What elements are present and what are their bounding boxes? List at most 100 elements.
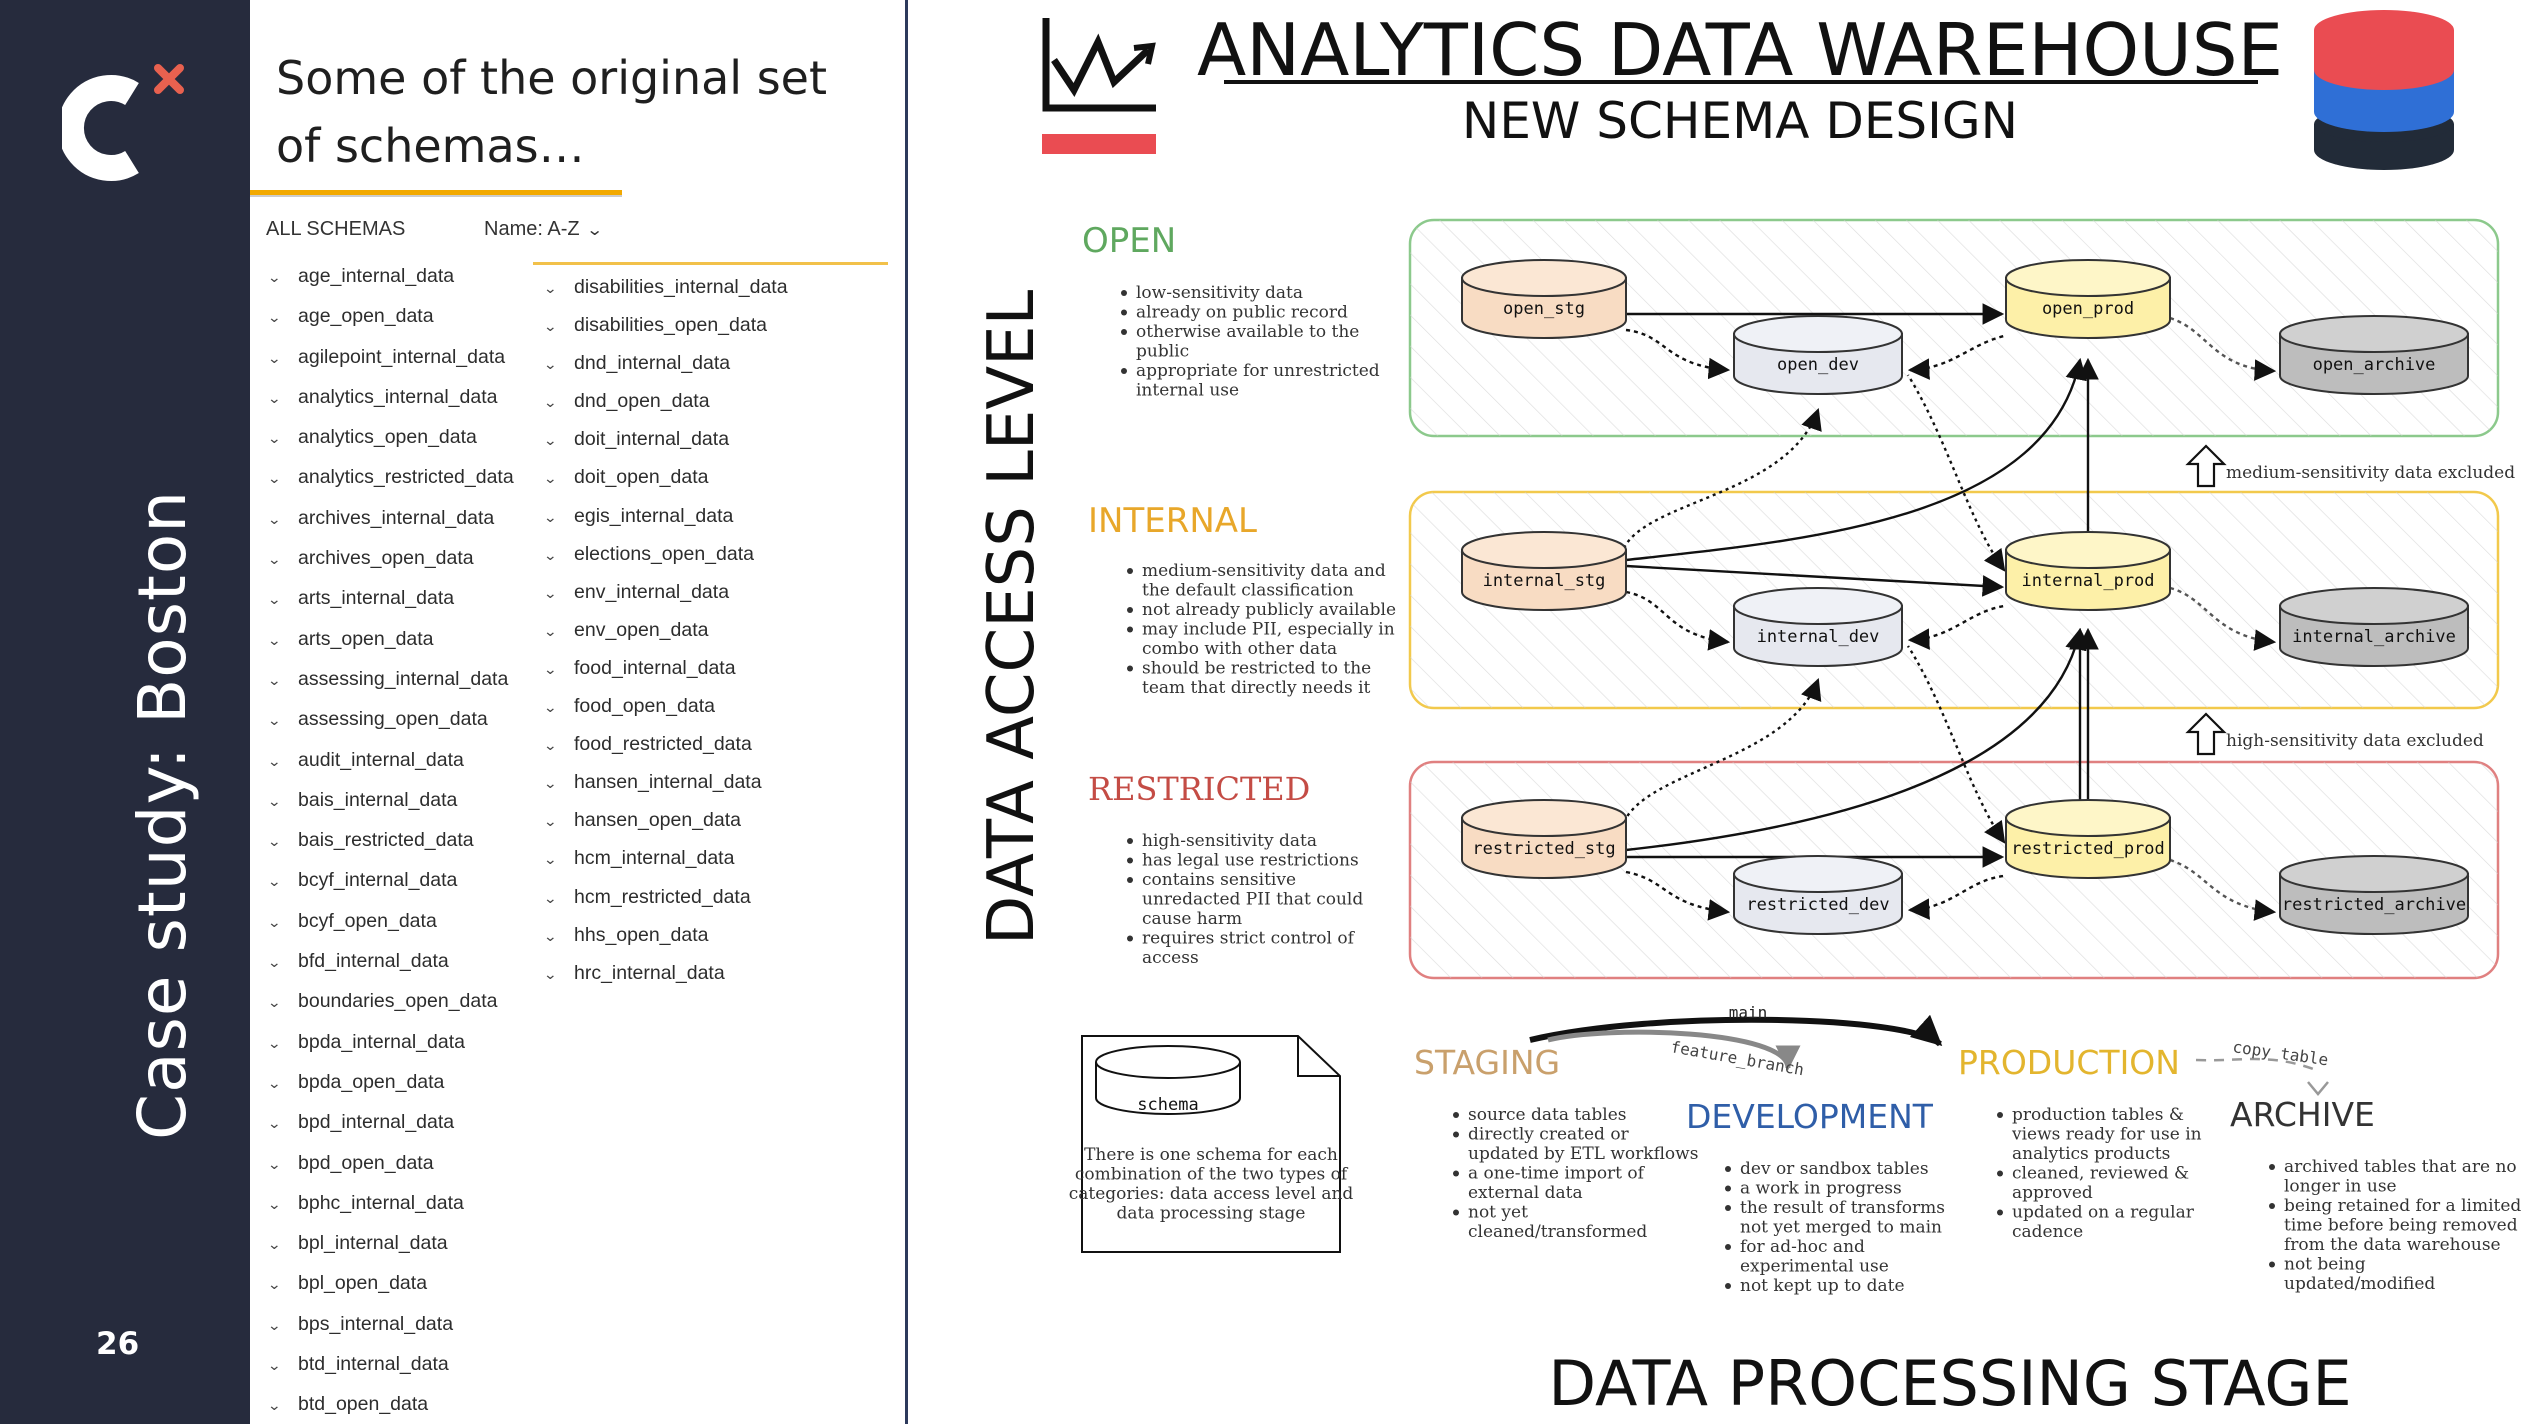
schema-list-item[interactable]: ⌄ hrc_internal_data xyxy=(543,954,788,992)
schema-list-item[interactable]: ⌄ doit_open_data xyxy=(543,458,788,496)
chevron-down-icon: ⌄ xyxy=(543,737,558,754)
schema-name: hcm_restricted_data xyxy=(574,885,751,908)
schema-list-item[interactable]: ⌄ bpda_internal_data xyxy=(267,1022,514,1062)
schema-list-item[interactable]: ⌄ bais_restricted_data xyxy=(267,820,514,860)
all-schemas-header: ALL SCHEMAS xyxy=(266,218,406,240)
schema-node-label: open_stg xyxy=(1503,299,1585,319)
slide-rail: Case study: Boston 26 xyxy=(0,0,250,1424)
schema-list-item[interactable]: ⌄ btd_internal_data xyxy=(267,1344,514,1384)
schema-list-item[interactable]: ⌄ arts_internal_data xyxy=(267,578,514,618)
schema-list-item[interactable]: ⌄ archives_open_data xyxy=(267,538,514,578)
schema-list-item[interactable]: ⌄ disabilities_internal_data xyxy=(543,268,787,306)
schema-list-item[interactable]: ⌄ food_restricted_data xyxy=(543,725,788,763)
schema-list-item[interactable]: ⌄ bpd_open_data xyxy=(267,1143,514,1183)
chevron-down-icon: ⌄ xyxy=(543,622,558,639)
schema-list-item[interactable]: ⌄ hansen_open_data xyxy=(543,801,788,839)
chevron-down-icon: ⌄ xyxy=(543,699,558,716)
schema-list-item[interactable]: ⌄ analytics_open_data xyxy=(267,417,514,457)
flow-label-main: main xyxy=(1729,1003,1768,1022)
schema-list-item[interactable]: ⌄ bpl_open_data xyxy=(267,1263,514,1303)
schema-list-item[interactable]: ⌄ bfd_internal_data xyxy=(267,941,514,981)
schema-list-item[interactable]: ⌄ doit_internal_data xyxy=(543,420,788,458)
x-axis-label: DATA PROCESSING STAGE xyxy=(1548,1347,2351,1420)
schema-list-item[interactable]: ⌄ bphc_internal_data xyxy=(267,1183,514,1223)
schema-list-item[interactable]: ⌄ food_internal_data xyxy=(543,649,788,687)
schema-name: agilepoint_internal_data xyxy=(298,345,506,368)
bullet-text: low-sensitivity data xyxy=(1136,283,1303,303)
schema-list-item[interactable]: ⌄ hansen_internal_data xyxy=(543,763,788,801)
schema-list-item[interactable]: ⌄ elections_open_data xyxy=(543,535,788,573)
chevron-down-icon: ⌄ xyxy=(267,913,282,930)
schema-list-item[interactable]: ⌄ assessing_open_data xyxy=(267,699,514,739)
bullet-text: source data tables xyxy=(1468,1105,1626,1125)
schema-list-item[interactable]: ⌄ bais_internal_data xyxy=(267,780,514,820)
schema-list-item[interactable]: ⌄ hcm_internal_data xyxy=(543,839,788,877)
schema-node-label: restricted_archive xyxy=(2282,895,2466,915)
chevron-down-icon: ⌄ xyxy=(267,430,282,447)
bullet-text: not kept up to date xyxy=(1740,1276,1905,1296)
schema-node-open-prod: open_prod xyxy=(2005,259,2171,339)
schema-list-item[interactable]: ⌄ assessing_internal_data xyxy=(267,659,514,699)
schema-list-item[interactable]: ⌄ agilepoint_internal_data xyxy=(267,337,514,377)
schema-list-item[interactable]: ⌄ env_open_data xyxy=(543,611,788,649)
schema-list-item[interactable]: ⌄ disabilities_open_data xyxy=(543,306,788,344)
bullet-text: updated by ETL workflows xyxy=(1468,1144,1698,1164)
schema-name: hcm_internal_data xyxy=(574,847,735,870)
bullet-text: not already publicly available xyxy=(1142,600,1396,620)
schema-name: bpda_open_data xyxy=(298,1070,445,1093)
schema-list-item[interactable]: ⌄ food_open_data xyxy=(543,687,788,725)
bullet-dot xyxy=(1997,1170,2003,1177)
schema-list-item[interactable]: ⌄ archives_internal_data xyxy=(267,498,514,538)
schema-name: age_open_data xyxy=(298,305,434,328)
chevron-down-icon: ⌄ xyxy=(267,1195,282,1212)
bullet-text: appropriate for unrestricted xyxy=(1136,361,1380,381)
exclusion-up-arrow-icon xyxy=(2185,444,2227,488)
bullet-text: directly created or xyxy=(1468,1125,1630,1145)
schema-list-item[interactable]: ⌄ hcm_restricted_data xyxy=(543,878,788,916)
schema-name: dnd_open_data xyxy=(574,390,710,413)
schema-list-item[interactable]: ⌄ dnd_open_data xyxy=(543,382,788,420)
title-underline-shadow xyxy=(250,195,622,197)
schema-list-item[interactable]: ⌄ audit_internal_data xyxy=(267,740,514,780)
schema-list-item[interactable]: ⌄ age_open_data xyxy=(267,296,514,336)
schema-list-item[interactable]: ⌄ bcyf_internal_data xyxy=(267,860,514,900)
level-bullets-restricted: high-sensitivity datahas legal use restr… xyxy=(1127,831,1363,968)
schema-list-item[interactable]: ⌄ hhs_open_data xyxy=(543,916,788,954)
schema-list-item[interactable]: ⌄ btd_open_data xyxy=(267,1384,514,1424)
schema-list-item[interactable]: ⌄ env_internal_data xyxy=(543,573,788,611)
sort-dropdown[interactable]: Name: A-Z ⌄ xyxy=(484,218,603,241)
stage-heading-development: DEVELOPMENT xyxy=(1686,1097,1934,1136)
schema-list-item[interactable]: ⌄ bpda_open_data xyxy=(267,1062,514,1102)
schema-list-item[interactable]: ⌄ analytics_internal_data xyxy=(267,377,514,417)
schema-list-item[interactable]: ⌄ bpd_internal_data xyxy=(267,1102,514,1142)
schema-name: bpl_open_data xyxy=(298,1272,428,1295)
schema-list-column-2: ⌄ disabilities_internal_data ⌄ disabilities… xyxy=(543,268,788,992)
flow-label-copy-table: copy table xyxy=(2231,1037,2329,1069)
schema-list-item[interactable]: ⌄ bcyf_open_data xyxy=(267,901,514,941)
y-axis-label: DATA ACCESS LEVEL xyxy=(975,289,1049,945)
schema-list-item[interactable]: ⌄ age_internal_data xyxy=(267,256,514,296)
schema-node-label: open_dev xyxy=(1777,355,1859,375)
schema-list-item[interactable]: ⌄ dnd_internal_data xyxy=(543,344,788,382)
schema-node-open-stg: open_stg xyxy=(1461,259,1627,339)
schema-name: archives_internal_data xyxy=(298,506,495,529)
bullet-text: not yet xyxy=(1468,1203,1528,1223)
bullet-text: approved xyxy=(2012,1183,2093,1203)
schema-name: hrc_internal_data xyxy=(574,961,725,984)
chevron-down-icon: ⌄ xyxy=(267,349,282,366)
schema-node-label: internal_stg xyxy=(1483,571,1606,591)
chevron-down-icon: ⌄ xyxy=(267,1034,282,1051)
schema-list-item[interactable]: ⌄ analytics_restricted_data xyxy=(267,457,514,497)
bullet-dot xyxy=(1121,368,1127,374)
schema-name: bfd_internal_data xyxy=(298,950,449,973)
bullet-dot xyxy=(1453,1112,1459,1118)
chevron-down-icon: ⌄ xyxy=(543,851,558,868)
schema-list-item[interactable]: ⌄ bpl_internal_data xyxy=(267,1223,514,1263)
schema-list-item[interactable]: ⌄ boundaries_open_data xyxy=(267,981,514,1021)
schema-list-item[interactable]: ⌄ egis_internal_data xyxy=(543,497,788,535)
schema-panel: Some of the original set of schemas… ALL… xyxy=(250,0,905,1424)
schema-list-item[interactable]: ⌄ arts_open_data xyxy=(267,619,514,659)
chevron-down-icon: ⌄ xyxy=(267,712,282,729)
schema-list-item[interactable]: ⌄ bps_internal_data xyxy=(267,1304,514,1344)
schema-name: egis_internal_data xyxy=(574,504,734,527)
